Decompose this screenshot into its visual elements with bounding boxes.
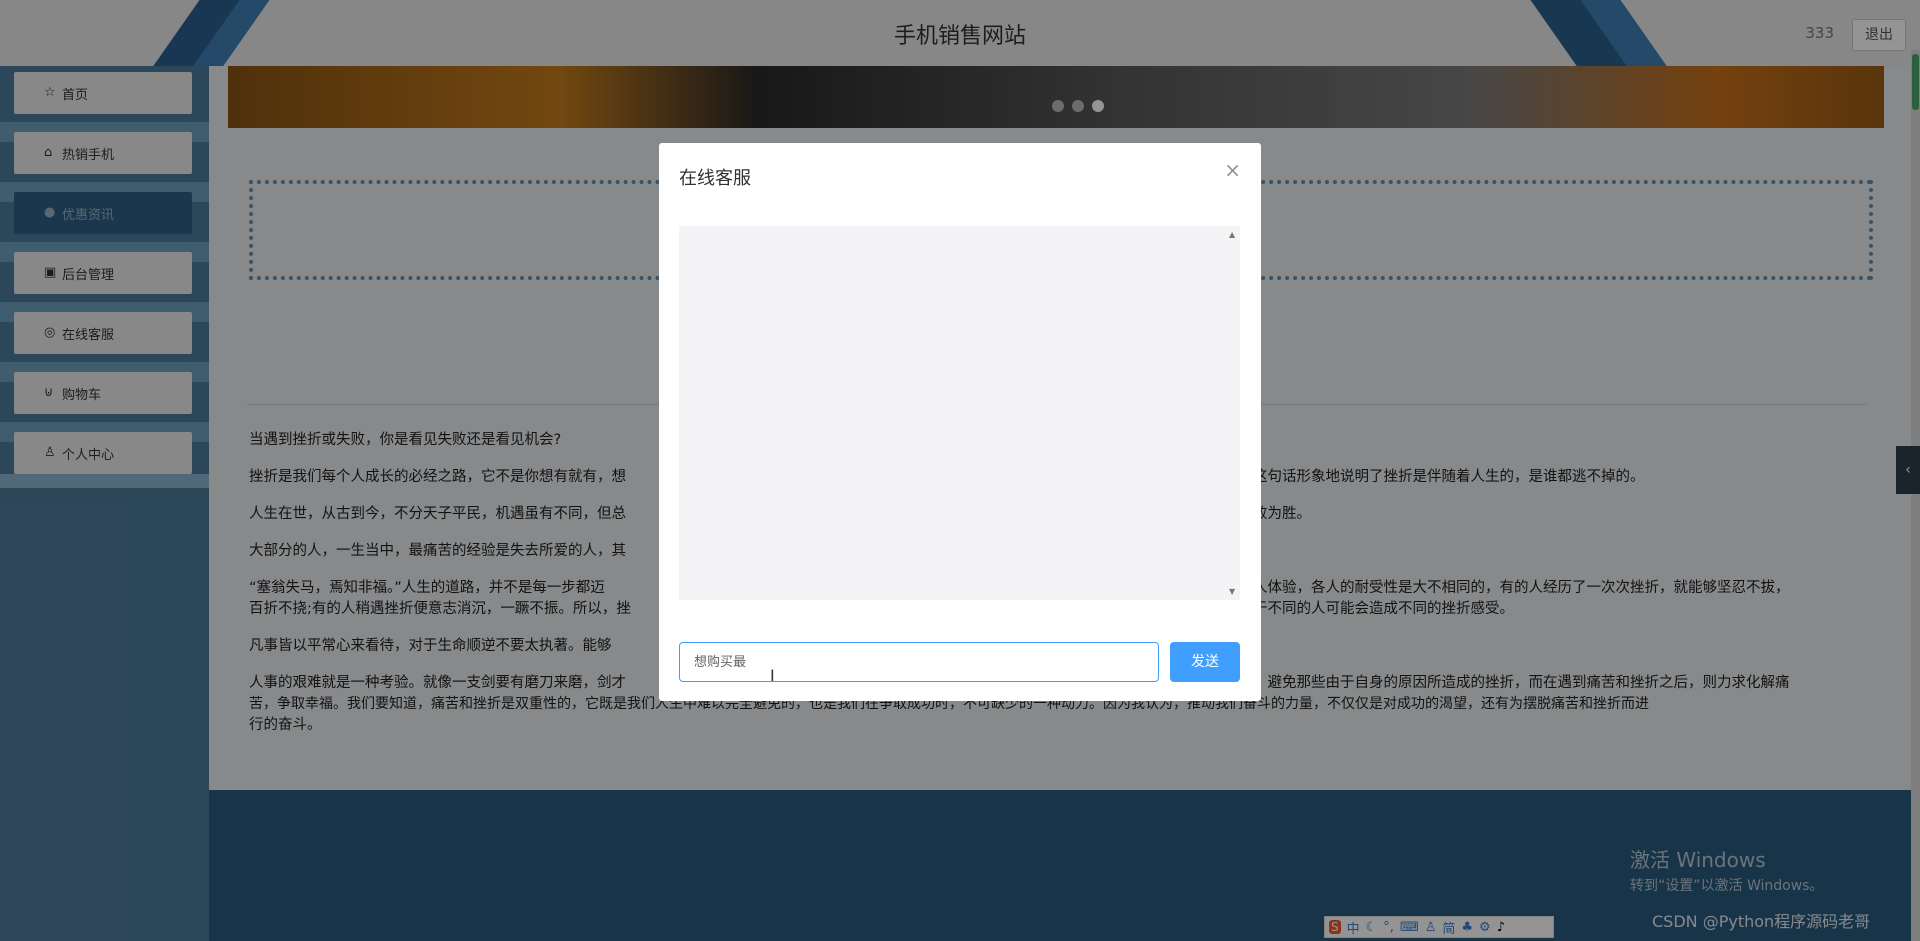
scroll-up-icon[interactable]: ▲ — [1229, 230, 1235, 239]
dialog-title: 在线客服 — [679, 168, 751, 189]
chat-message-input[interactable]: 想购买最 — [679, 642, 1159, 682]
chat-scrollbar[interactable]: ▲ ▼ — [1226, 226, 1240, 600]
scroll-down-icon[interactable]: ▼ — [1229, 587, 1235, 596]
close-icon[interactable]: × — [1224, 158, 1241, 182]
send-button[interactable]: 发送 — [1170, 642, 1240, 682]
chat-history[interactable]: ▲ ▼ — [679, 226, 1240, 600]
support-dialog: 在线客服 × ▲ ▼ 想购买最 发送 — [659, 143, 1261, 701]
text-cursor-icon: I — [770, 666, 775, 685]
